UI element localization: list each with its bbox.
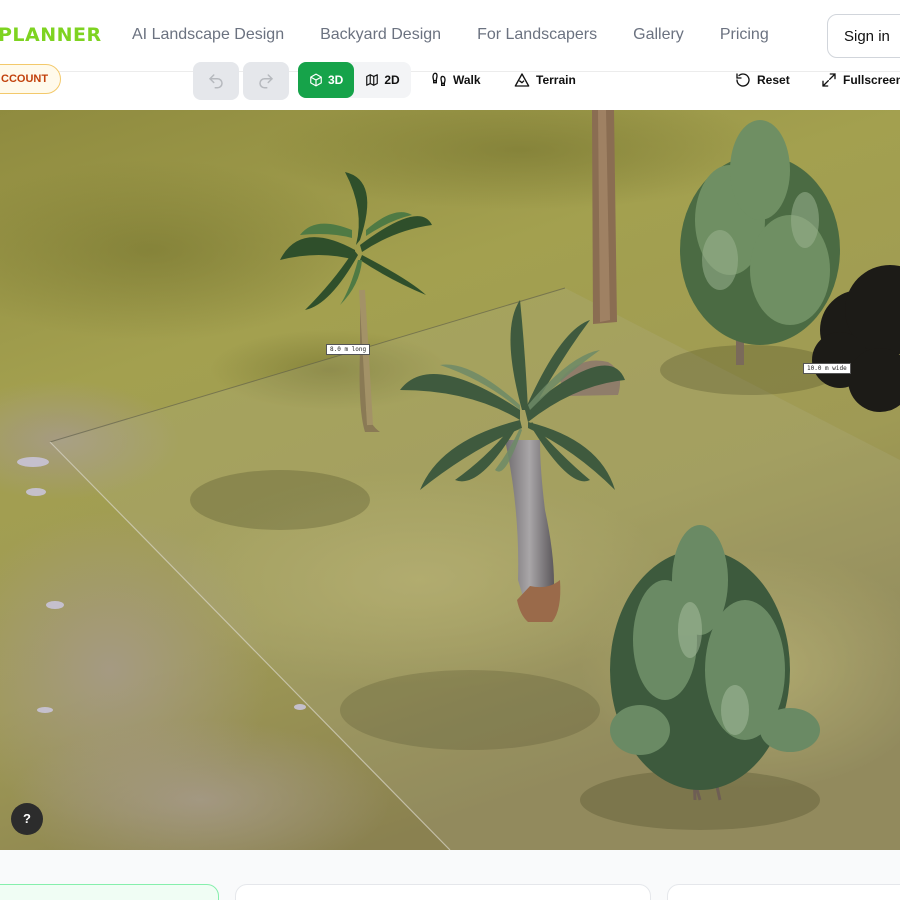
view-mode-toggle: 3D 2D [298,62,411,98]
redo-icon [259,74,273,89]
nav-link-pricing[interactable]: Pricing [720,26,769,44]
option-card-2[interactable] [235,884,651,900]
reset-label: Reset [757,73,790,87]
view-2d-button[interactable]: 2D [354,62,410,98]
fullscreen-button[interactable]: Fullscreen [821,68,900,92]
expand-icon [822,73,836,87]
reset-button[interactable]: Reset [735,68,790,92]
walk-button[interactable]: Walk [431,68,481,92]
nav-link-gallery[interactable]: Gallery [633,26,684,44]
editor-toolbar: CCOUNT 3D 2D Walk Terrain Reset Fullscre… [0,62,900,110]
option-card-3[interactable] [667,884,900,900]
3d-viewport[interactable]: 8.0 m long 10.0 m wide ? [0,110,900,850]
mountain-icon [514,73,530,87]
length-dimension-label: 8.0 m long [326,344,371,355]
nav-link-backyard-design[interactable]: Backyard Design [320,26,441,44]
bottom-panel [0,850,900,900]
redo-button[interactable] [243,62,289,100]
view-3d-label: 3D [328,73,344,87]
terrain-button[interactable]: Terrain [514,68,576,92]
walk-label: Walk [453,73,481,87]
option-card-1[interactable] [0,884,219,900]
view-2d-label: 2D [384,73,400,87]
undo-icon [209,74,223,89]
undo-button[interactable] [193,62,239,100]
map-icon [366,74,379,86]
width-dimension-label: 10.0 m wide [803,363,851,374]
cube-icon [310,73,322,87]
sign-in-button[interactable]: Sign in [827,14,900,58]
top-navigation: PLANNER AI Landscape Design Backyard Des… [0,0,900,72]
brand-logo[interactable]: PLANNER [0,24,102,46]
nav-link-for-landscapers[interactable]: For Landscapers [477,26,597,44]
nav-link-ai-landscape-design[interactable]: AI Landscape Design [132,26,284,44]
account-badge[interactable]: CCOUNT [0,64,62,94]
view-3d-button[interactable]: 3D [298,62,355,98]
footprints-icon [432,72,446,86]
reset-icon [736,73,750,87]
fullscreen-label: Fullscreen [843,73,900,87]
terrain-render [0,110,900,850]
help-button[interactable]: ? [11,803,43,835]
main-nav: AI Landscape Design Backyard Design For … [132,26,769,44]
terrain-label: Terrain [536,73,576,87]
